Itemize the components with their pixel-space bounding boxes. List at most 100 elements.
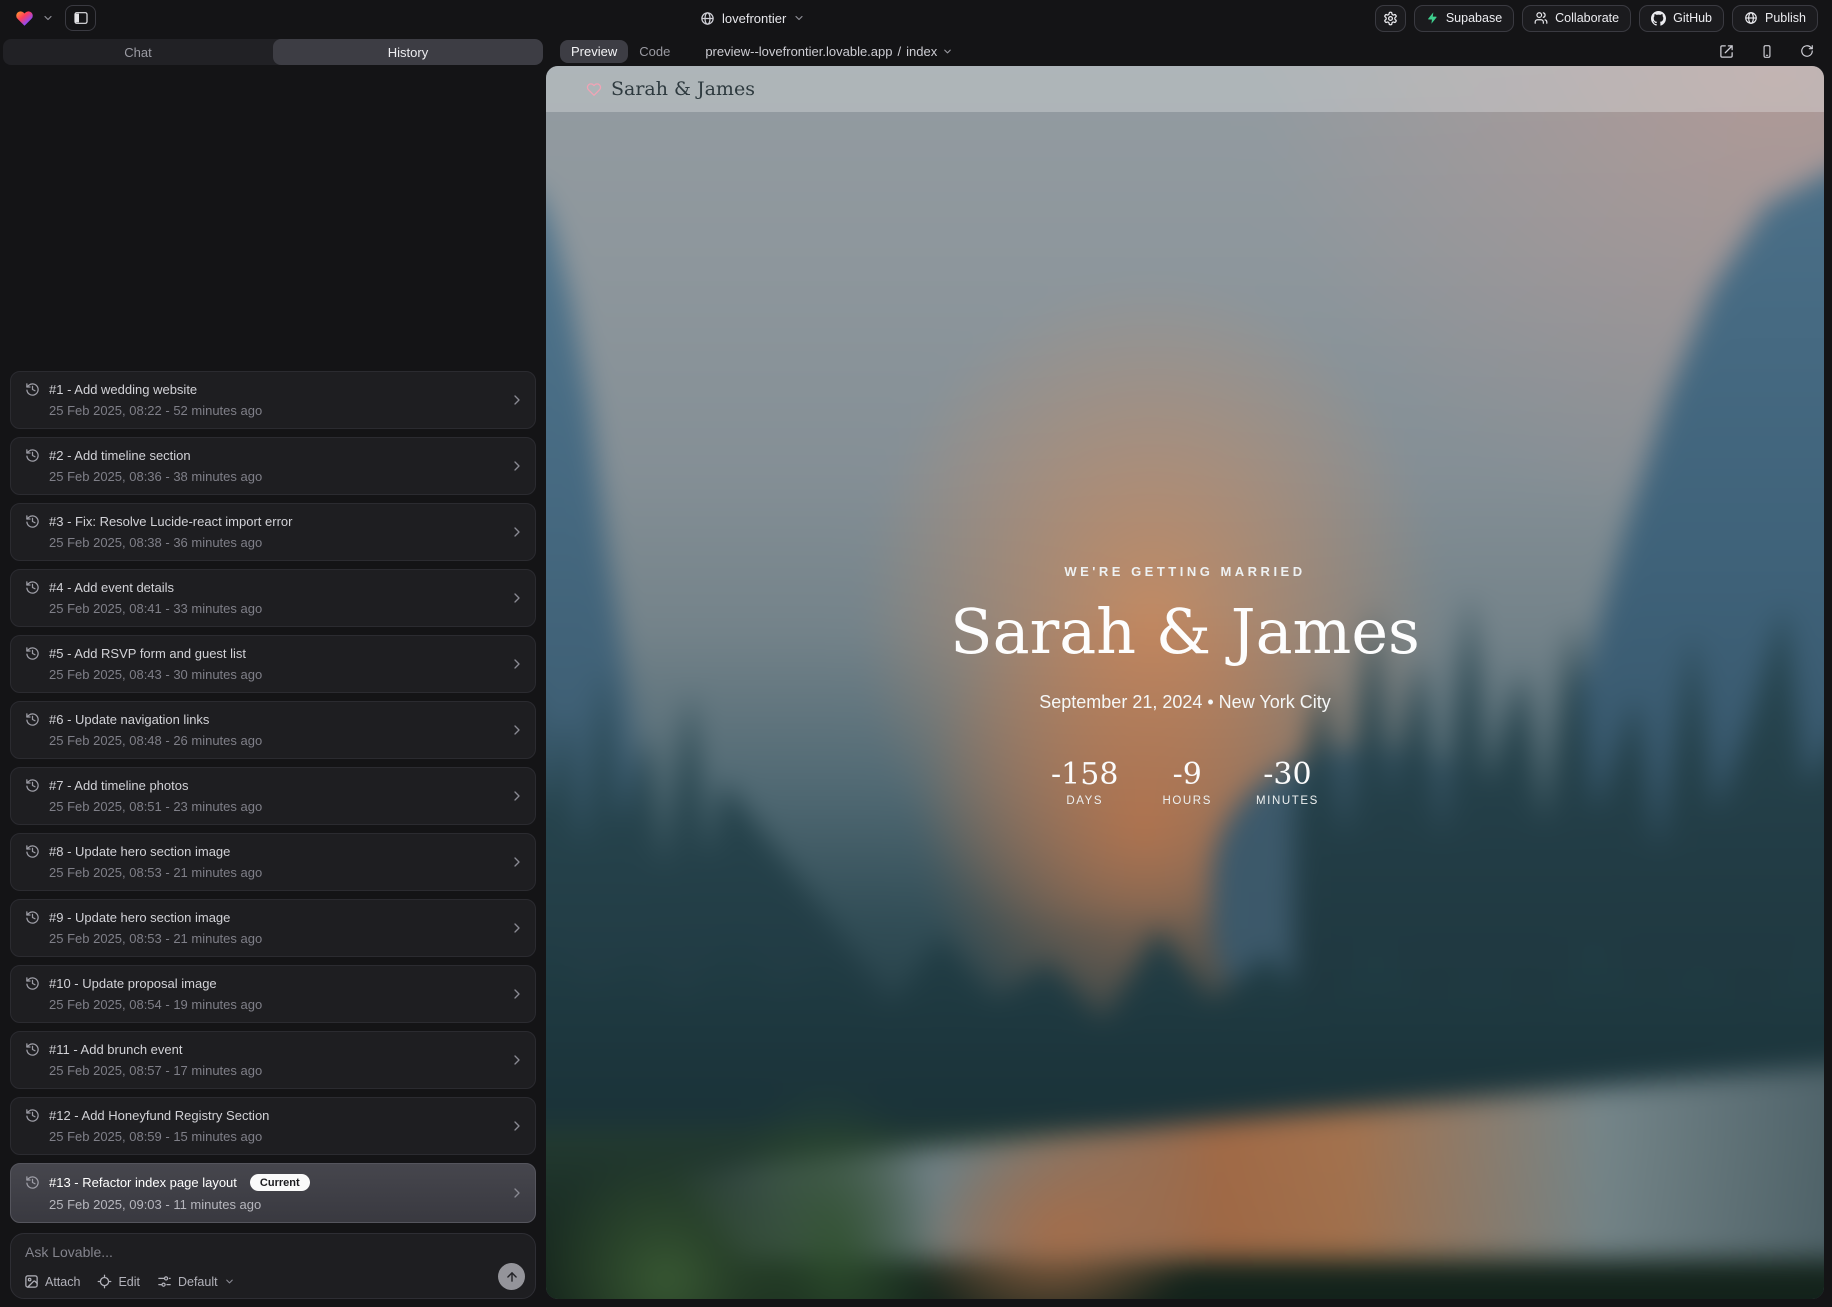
edit-button[interactable]: Edit	[97, 1274, 140, 1289]
history-item[interactable]: #5 - Add RSVP form and guest list 25 Feb…	[10, 635, 536, 693]
site-header: Sarah & James	[546, 66, 1824, 112]
supabase-bolt-icon	[1426, 11, 1439, 25]
chevron-right-icon[interactable]	[509, 1052, 525, 1068]
sidebar: Chat History #1 - Add wedding website 25…	[0, 36, 546, 1307]
chevron-right-icon[interactable]	[509, 920, 525, 936]
history-item[interactable]: #10 - Update proposal image 25 Feb 2025,…	[10, 965, 536, 1023]
ask-lovable-input[interactable]	[25, 1244, 485, 1260]
site-logo-text: Sarah & James	[611, 78, 755, 100]
tab-code[interactable]: Code	[628, 40, 681, 63]
chevron-right-icon[interactable]	[509, 854, 525, 870]
tab-chat[interactable]: Chat	[3, 39, 273, 65]
site-preview-frame: Sarah & James WE'RE GETTING MARRIED Sara…	[546, 66, 1824, 1299]
countdown-label: HOURS	[1162, 795, 1212, 807]
app-window: lovefrontier Supabase	[0, 0, 1832, 1307]
history-item[interactable]: #3 - Fix: Resolve Lucide-react import er…	[10, 503, 536, 561]
history-item[interactable]: #7 - Add timeline photos 25 Feb 2025, 08…	[10, 767, 536, 825]
toggle-sidebar-button[interactable]	[65, 5, 96, 31]
chevron-right-icon[interactable]	[509, 1118, 525, 1134]
chevron-right-icon[interactable]	[509, 986, 525, 1002]
history-icon	[25, 778, 40, 793]
send-button[interactable]	[498, 1263, 525, 1290]
tab-preview[interactable]: Preview	[560, 40, 628, 63]
publish-button[interactable]: Publish	[1732, 5, 1818, 32]
history-item[interactable]: #6 - Update navigation links 25 Feb 2025…	[10, 701, 536, 759]
github-button[interactable]: GitHub	[1639, 5, 1724, 32]
url-separator: /	[897, 44, 901, 59]
history-item[interactable]: #8 - Update hero section image 25 Feb 20…	[10, 833, 536, 891]
history-item-header: #7 - Add timeline photos	[25, 778, 501, 793]
users-icon	[1534, 11, 1548, 25]
image-attach-icon	[24, 1274, 39, 1289]
history-item-title: #8 - Update hero section image	[49, 844, 230, 859]
history-item-timestamp: 25 Feb 2025, 08:38 - 36 minutes ago	[49, 535, 501, 550]
history-item-title: #2 - Add timeline section	[49, 448, 191, 463]
attach-button[interactable]: Attach	[24, 1274, 80, 1289]
history-item-timestamp: 25 Feb 2025, 08:43 - 30 minutes ago	[49, 667, 501, 682]
chevron-down-icon	[942, 46, 953, 57]
history-icon	[25, 514, 40, 529]
history-item[interactable]: #9 - Update hero section image 25 Feb 20…	[10, 899, 536, 957]
mobile-view-icon[interactable]	[1760, 44, 1774, 59]
project-switcher[interactable]: lovefrontier	[700, 0, 805, 36]
url-domain: preview--lovefrontier.lovable.app	[705, 44, 892, 59]
chevron-right-icon[interactable]	[509, 656, 525, 672]
chevron-right-icon[interactable]	[509, 1185, 525, 1201]
hero-section: WE'RE GETTING MARRIED Sarah & James Sept…	[546, 564, 1824, 807]
top-bar: lovefrontier Supabase	[0, 0, 1832, 36]
publish-label: Publish	[1765, 11, 1806, 25]
mode-select[interactable]: Default	[157, 1274, 235, 1289]
chat-composer: Attach Edit Default	[10, 1233, 536, 1299]
preview-url[interactable]: preview--lovefrontier.lovable.app / inde…	[705, 44, 953, 59]
history-item[interactable]: #1 - Add wedding website 25 Feb 2025, 08…	[10, 371, 536, 429]
history-item-header: #3 - Fix: Resolve Lucide-react import er…	[25, 514, 501, 529]
project-name: lovefrontier	[722, 11, 786, 26]
history-item[interactable]: #11 - Add brunch event 25 Feb 2025, 08:5…	[10, 1031, 536, 1089]
history-item-header: #10 - Update proposal image	[25, 976, 501, 991]
lovable-logo-icon[interactable]	[14, 9, 35, 28]
chevron-right-icon[interactable]	[509, 524, 525, 540]
tab-history[interactable]: History	[273, 39, 543, 65]
history-item-timestamp: 25 Feb 2025, 08:53 - 21 minutes ago	[49, 865, 501, 880]
chevron-right-icon[interactable]	[509, 392, 525, 408]
chevron-right-icon[interactable]	[509, 788, 525, 804]
chevron-right-icon[interactable]	[509, 458, 525, 474]
preview-toolbar: Preview Code preview--lovefrontier.lovab…	[546, 36, 1832, 66]
history-item[interactable]: #2 - Add timeline section 25 Feb 2025, 0…	[10, 437, 536, 495]
preview-pane: Preview Code preview--lovefrontier.lovab…	[546, 36, 1832, 1307]
supabase-button[interactable]: Supabase	[1414, 5, 1514, 32]
history-item-header: #2 - Add timeline section	[25, 448, 501, 463]
history-icon	[25, 382, 40, 397]
history-item-timestamp: 25 Feb 2025, 08:53 - 21 minutes ago	[49, 931, 501, 946]
history-item-timestamp: 25 Feb 2025, 08:48 - 26 minutes ago	[49, 733, 501, 748]
chevron-right-icon[interactable]	[509, 722, 525, 738]
countdown-unit: -158 DAYS	[1051, 757, 1118, 807]
settings-button[interactable]	[1375, 5, 1406, 32]
panel-left-icon	[73, 10, 89, 26]
chat-history-tabs: Chat History	[3, 39, 543, 65]
history-icon	[25, 448, 40, 463]
history-icon	[25, 1042, 40, 1057]
history-item-timestamp: 25 Feb 2025, 08:36 - 38 minutes ago	[49, 469, 501, 484]
chevron-right-icon[interactable]	[509, 590, 525, 606]
history-item[interactable]: #13 - Refactor index page layout Current…	[10, 1163, 536, 1223]
history-item-timestamp: 25 Feb 2025, 08:59 - 15 minutes ago	[49, 1129, 501, 1144]
chevron-down-icon[interactable]	[42, 12, 54, 24]
history-item-header: #13 - Refactor index page layout Current	[25, 1174, 501, 1191]
preview-actions	[1719, 44, 1814, 59]
open-in-new-tab-icon[interactable]	[1719, 44, 1734, 59]
supabase-label: Supabase	[1446, 11, 1502, 25]
history-item-header: #12 - Add Honeyfund Registry Section	[25, 1108, 501, 1123]
history-item[interactable]: #12 - Add Honeyfund Registry Section 25 …	[10, 1097, 536, 1155]
history-item[interactable]: #4 - Add event details 25 Feb 2025, 08:4…	[10, 569, 536, 627]
collaborate-button[interactable]: Collaborate	[1522, 5, 1631, 32]
history-item-timestamp: 25 Feb 2025, 08:54 - 19 minutes ago	[49, 997, 501, 1012]
gear-icon	[1383, 11, 1398, 26]
history-item-header: #4 - Add event details	[25, 580, 501, 595]
url-path: index	[906, 44, 937, 59]
site-logo[interactable]: Sarah & James	[586, 78, 755, 100]
history-icon	[25, 712, 40, 727]
refresh-icon[interactable]	[1800, 44, 1814, 58]
history-icon	[25, 646, 40, 661]
countdown-value: -9	[1173, 757, 1202, 792]
